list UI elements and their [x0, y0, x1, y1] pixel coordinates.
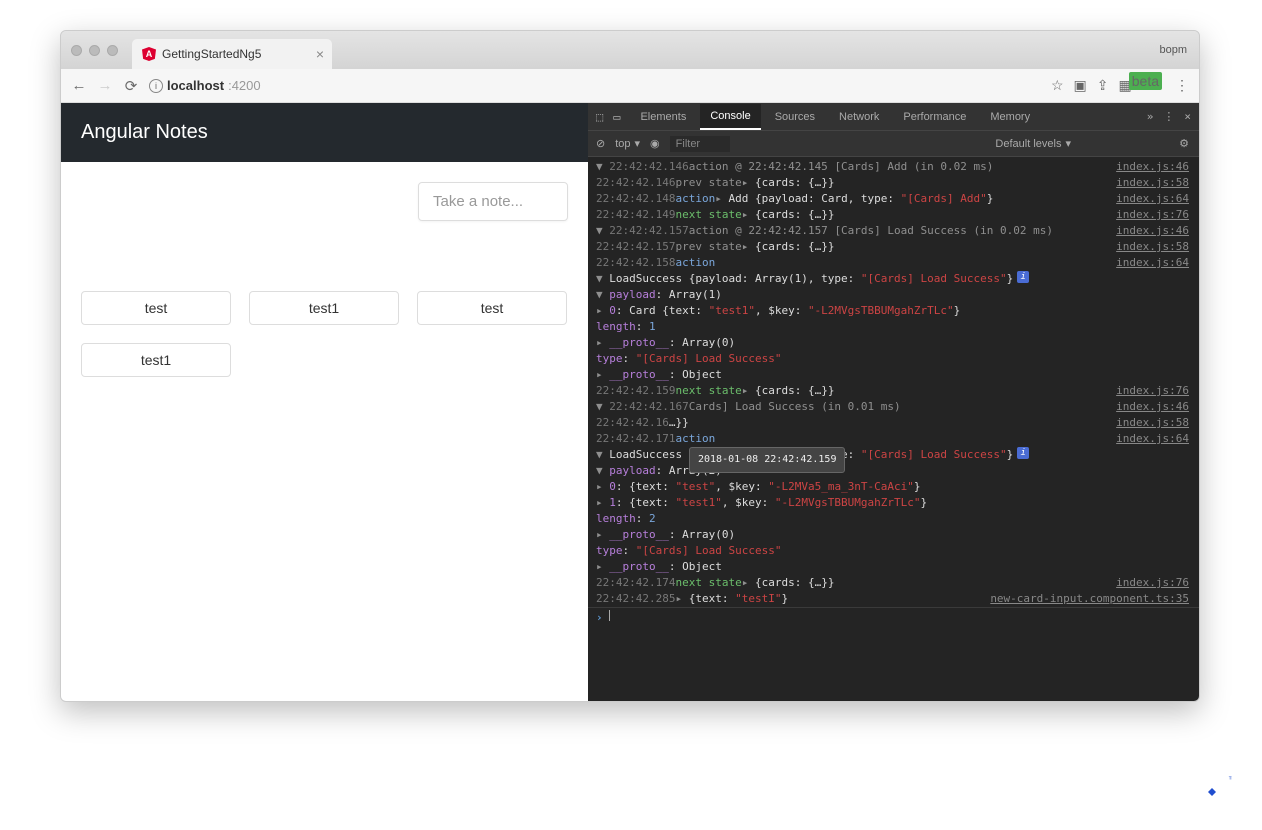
levels-select[interactable]: Default levels ▾: [995, 137, 1071, 150]
bookmark-icon[interactable]: ☆: [1051, 77, 1064, 94]
site-info-icon[interactable]: i: [149, 79, 163, 93]
console-prompt[interactable]: ›: [588, 607, 1199, 628]
content-area: Angular Notes Take a note... test test1 …: [61, 103, 1199, 701]
chevron-down-icon: ▾: [1065, 137, 1071, 150]
minimize-icon[interactable]: [89, 45, 100, 56]
share-icon[interactable]: ⇪: [1097, 77, 1109, 94]
eye-icon[interactable]: ◉: [650, 137, 660, 150]
tab-performance[interactable]: Performance: [893, 105, 976, 129]
browser-titlebar: A GettingStartedNg5 × bopm: [61, 31, 1199, 69]
more-tabs-icon[interactable]: »: [1147, 110, 1154, 123]
tab-memory[interactable]: Memory: [980, 105, 1040, 129]
note-input[interactable]: Take a note...: [418, 182, 568, 221]
pocket-icon[interactable]: ▣: [1074, 77, 1087, 94]
profile-name[interactable]: bopm: [1159, 44, 1187, 56]
reload-icon[interactable]: ⟳: [123, 77, 139, 95]
tab-elements[interactable]: Elements: [630, 105, 696, 129]
tab-sources[interactable]: Sources: [765, 105, 825, 129]
address-bar: ← → ⟳ i localhost :4200 ☆ ▣ ⇪ ▦beta ⋮: [61, 69, 1199, 103]
settings-icon[interactable]: ⚙: [1179, 137, 1189, 150]
context-select[interactable]: top ▾: [615, 137, 640, 150]
filter-input[interactable]: Filter: [670, 136, 730, 152]
inspect-icon[interactable]: ⬚: [596, 110, 603, 124]
forward-icon[interactable]: →: [97, 77, 113, 94]
devtools-menu-icon[interactable]: ⋮: [1163, 110, 1174, 123]
chevron-down-icon: ▾: [635, 137, 641, 150]
svg-text:™: ™: [1228, 775, 1232, 784]
devtools-ext-icon[interactable]: ▦beta: [1119, 77, 1165, 94]
app-header: Angular Notes: [61, 103, 588, 162]
app-title: Angular Notes: [81, 121, 208, 143]
extensions: ☆ ▣ ⇪ ▦beta ⋮: [1051, 77, 1189, 94]
devtools-tabs: ⬚ ▭ Elements Console Sources Network Per…: [588, 103, 1199, 131]
device-icon[interactable]: ▭: [613, 110, 620, 124]
clear-console-icon[interactable]: ⊘: [596, 137, 605, 150]
tab-network[interactable]: Network: [829, 105, 889, 129]
close-icon[interactable]: [71, 45, 82, 56]
tab-title: GettingStartedNg5: [162, 47, 261, 61]
devtools-close-icon[interactable]: ×: [1184, 110, 1191, 123]
info-icon[interactable]: i: [1017, 447, 1029, 459]
browser-window: A GettingStartedNg5 × bopm ← → ⟳ i local…: [60, 30, 1200, 702]
input-row: Take a note...: [81, 182, 568, 221]
back-icon[interactable]: ←: [71, 77, 87, 94]
note-card[interactable]: test1: [81, 343, 231, 377]
console-toolbar: ⊘ top ▾ ◉ Filter Default levels ▾ ⚙: [588, 131, 1199, 157]
angular-icon: A: [142, 47, 156, 61]
browser-tab[interactable]: A GettingStartedNg5 ×: [132, 39, 332, 69]
info-icon[interactable]: i: [1017, 271, 1029, 283]
url-host: localhost: [167, 78, 224, 93]
note-card[interactable]: test1: [249, 291, 399, 325]
tab-console[interactable]: Console: [700, 104, 760, 130]
cards-grid: test test1 test test1: [81, 291, 568, 377]
angular-app: Angular Notes Take a note... test test1 …: [61, 103, 588, 701]
note-card[interactable]: test: [81, 291, 231, 325]
devtools-panel: ⬚ ▭ Elements Console Sources Network Per…: [588, 103, 1199, 701]
toptal-logo-icon: ™: [1192, 770, 1232, 810]
close-tab-icon[interactable]: ×: [316, 46, 324, 62]
menu-icon[interactable]: ⋮: [1175, 77, 1189, 94]
timestamp-tooltip: 2018-01-08 22:42:42.159: [689, 447, 845, 473]
url-port: :4200: [228, 78, 261, 93]
app-body: Take a note... test test1 test test1: [61, 162, 588, 397]
note-card[interactable]: test: [417, 291, 567, 325]
maximize-icon[interactable]: [107, 45, 118, 56]
traffic-lights[interactable]: [71, 45, 118, 56]
url-input[interactable]: i localhost :4200: [149, 78, 1041, 93]
console-log[interactable]: 2018-01-08 22:42:42.159 ▼ 22:42:42.146 a…: [588, 157, 1199, 701]
